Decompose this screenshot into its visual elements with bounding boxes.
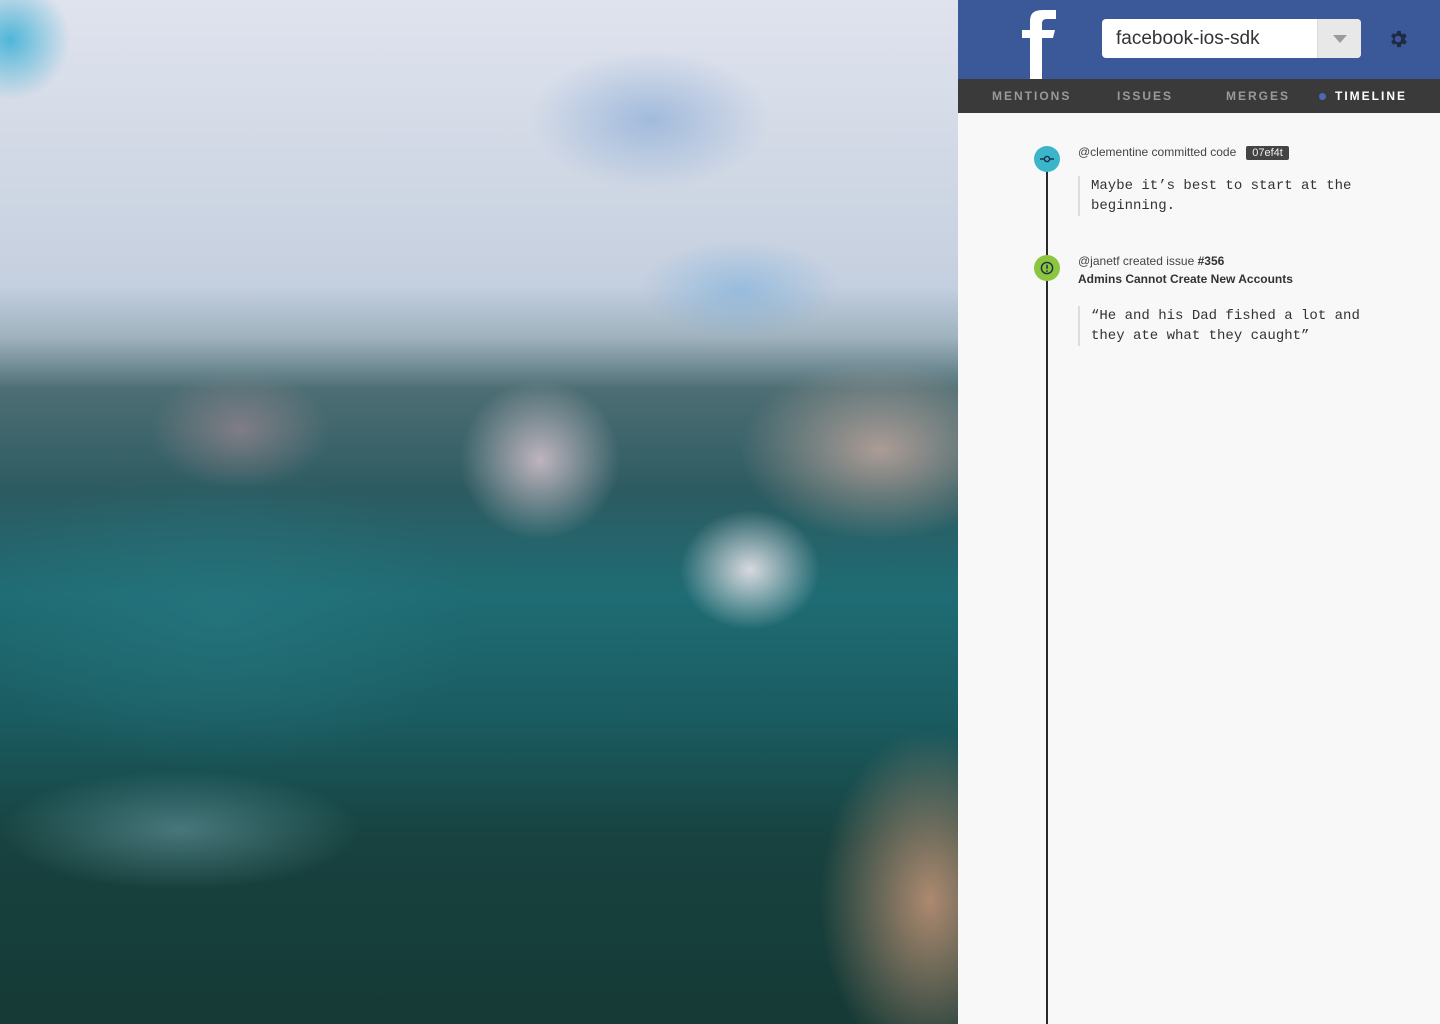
tab-mentions[interactable]: MENTIONS [992, 79, 1071, 113]
tab-issues[interactable]: ISSUES [1117, 79, 1173, 113]
alert-icon [1034, 255, 1060, 281]
event-quote: “He and his Dad fished a lot and they at… [1078, 306, 1398, 346]
tab-timeline[interactable]: TIMELINE [1335, 79, 1407, 113]
event-meta: @clementine committed code 07ef4t [1078, 145, 1289, 160]
issue-title[interactable]: Admins Cannot Create New Accounts [1078, 272, 1293, 286]
gear-icon[interactable] [1386, 27, 1410, 51]
active-tab-indicator [1319, 93, 1326, 100]
repo-selector-value: facebook-ios-sdk [1116, 27, 1260, 49]
repo-selector[interactable]: facebook-ios-sdk [1102, 19, 1361, 58]
facebook-logo-icon [1018, 0, 1058, 79]
timeline: @clementine committed code 07ef4t Maybe i… [958, 113, 1440, 1024]
event-text: @janetf created issue [1078, 254, 1195, 268]
timeline-line [1046, 158, 1048, 1024]
issue-number-link[interactable]: #356 [1198, 254, 1225, 268]
chevron-down-icon[interactable] [1317, 19, 1361, 58]
event-text: @clementine committed code [1078, 145, 1237, 159]
tab-bar: MENTIONS ISSUES MERGES TIMELINE [958, 79, 1440, 113]
tab-merges[interactable]: MERGES [1226, 79, 1290, 113]
header-bar: facebook-ios-sdk [958, 0, 1440, 79]
commit-hash-badge[interactable]: 07ef4t [1246, 146, 1289, 160]
background-photo [0, 0, 958, 1024]
event-meta: @janetf created issue #356 [1078, 254, 1224, 268]
commit-icon [1034, 146, 1060, 172]
right-panel: facebook-ios-sdk MENTIONS ISSUES MERGES … [958, 0, 1440, 1024]
event-quote: Maybe it’s best to start at the beginnin… [1078, 176, 1398, 216]
